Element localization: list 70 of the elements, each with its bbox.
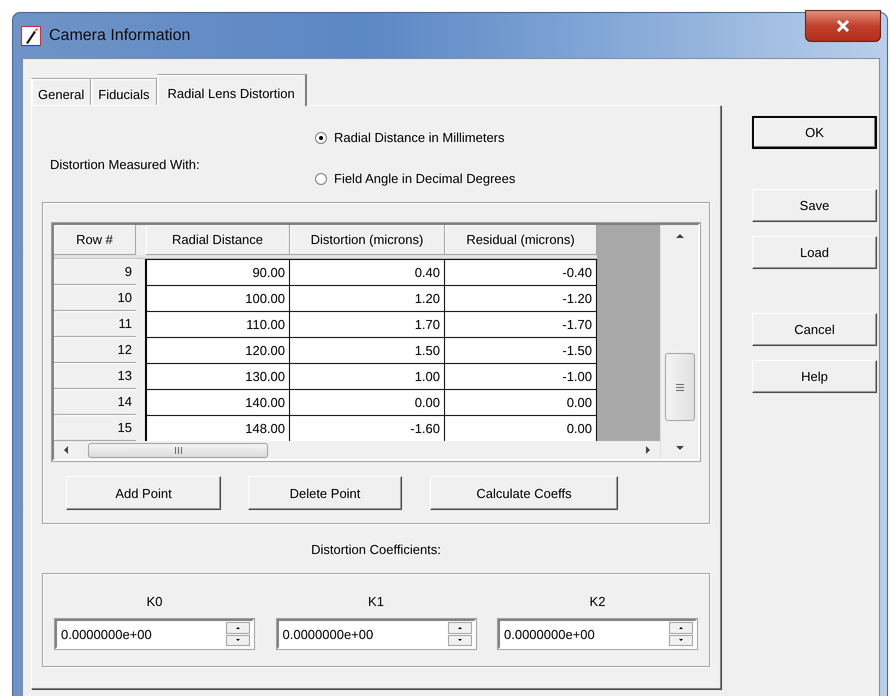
scroll-thumb[interactable]: [88, 442, 268, 458]
spin-down-button[interactable]: [226, 634, 250, 646]
scroll-down-icon[interactable]: [676, 446, 684, 450]
table-cell: -1.20: [444, 285, 597, 312]
table-cell: 1.00: [289, 363, 445, 390]
dialog-button[interactable]: Cancel: [752, 313, 877, 346]
table-cell: 0.00: [444, 415, 597, 441]
coefficient-spin-field[interactable]: 0.0000000e+00: [498, 619, 697, 649]
action-button[interactable]: Delete Point: [248, 476, 402, 510]
table-cell: 100.00: [145, 285, 290, 312]
scroll-right-icon[interactable]: [646, 446, 650, 454]
dialog-button[interactable]: Save: [752, 189, 877, 222]
close-button[interactable]: [805, 10, 881, 42]
dialog-button[interactable]: Load: [752, 236, 877, 269]
table-cell: 1.70: [289, 311, 445, 338]
tab[interactable]: General: [31, 78, 92, 105]
table-cell: 120.00: [145, 337, 290, 364]
vertical-scrollbar[interactable]: [660, 225, 698, 459]
table-cell: -1.50: [444, 337, 597, 364]
coefficient-label: K2: [590, 594, 606, 609]
column-header[interactable]: Radial Distance: [146, 225, 290, 255]
column-header[interactable]: Distortion (microns): [290, 225, 445, 255]
row-number[interactable]: 9: [54, 259, 136, 285]
row-number[interactable]: 13: [54, 363, 136, 389]
coefficient-label: K1: [368, 594, 384, 609]
coefficient-spin-field[interactable]: 0.0000000e+00: [276, 619, 476, 649]
scroll-left-icon[interactable]: [64, 446, 68, 454]
row-number[interactable]: 11: [54, 311, 136, 337]
table-cell: -1.60: [289, 415, 445, 441]
table-cell: 140.00: [145, 389, 290, 416]
action-button[interactable]: Calculate Coeffs: [430, 476, 618, 510]
spin-up-button[interactable]: [226, 622, 250, 634]
scroll-up-icon[interactable]: [676, 234, 684, 238]
row-number[interactable]: 10: [54, 285, 136, 311]
table-cell: 0.40: [289, 259, 445, 286]
table-cell: 110.00: [145, 311, 290, 338]
field-label: Distortion Measured With:: [50, 157, 201, 174]
row-number[interactable]: 12: [54, 337, 136, 363]
spin-up-button[interactable]: [448, 622, 472, 634]
table-cell: 0.00: [444, 389, 597, 416]
pen-icon: [21, 26, 41, 46]
scroll-thumb[interactable]: [664, 353, 694, 421]
spin-down-button[interactable]: [669, 634, 693, 646]
table-cell: 148.00: [145, 415, 290, 441]
action-button[interactable]: Add Point: [66, 476, 221, 510]
table-cell: -1.70: [444, 311, 597, 338]
coefficient-label: K0: [146, 594, 162, 609]
table-cell: -0.40: [444, 259, 597, 286]
table-cell: 1.50: [289, 337, 445, 364]
coefficient-spin-field[interactable]: 0.0000000e+00: [55, 619, 254, 649]
spin-up-button[interactable]: [669, 622, 693, 634]
radio-button[interactable]: [315, 132, 327, 144]
tab[interactable]: Fiducials: [91, 78, 157, 105]
table-cell: -1.00: [444, 363, 597, 390]
dialog-button[interactable]: OK: [752, 116, 877, 149]
spin-down-button[interactable]: [448, 634, 472, 646]
table-cell: 130.00: [145, 363, 290, 390]
section-title: Distortion Coefficients:: [311, 542, 441, 557]
table-cell: 90.00: [145, 259, 290, 286]
table-cell: 1.20: [289, 285, 445, 312]
column-header[interactable]: Residual (microns): [445, 225, 597, 255]
tab[interactable]: Radial Lens Distortion: [156, 74, 307, 106]
close-icon: [836, 20, 850, 32]
dialog-button[interactable]: Help: [752, 360, 877, 393]
table-cell: 0.00: [289, 389, 445, 416]
row-number[interactable]: 15: [54, 415, 136, 441]
row-number[interactable]: 14: [54, 389, 136, 415]
window-title: Camera Information: [49, 26, 190, 44]
radio-button[interactable]: [315, 172, 327, 184]
column-header[interactable]: Row #: [54, 225, 136, 255]
